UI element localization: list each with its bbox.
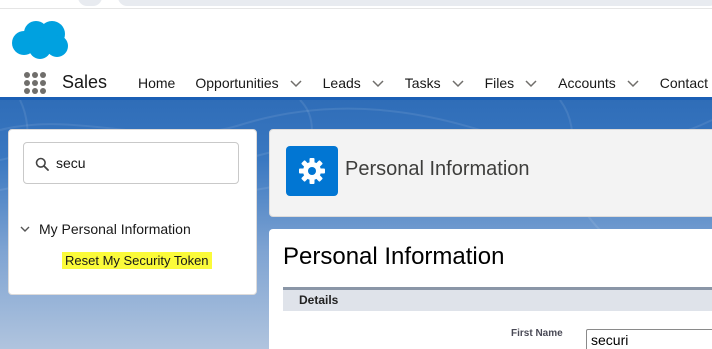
chevron-down-icon[interactable] [626,76,640,90]
tree-item-my-personal-information[interactable]: My Personal Information [19,221,191,237]
quick-find-input[interactable] [56,151,231,175]
global-header [0,8,712,66]
settings-tile [286,146,338,196]
nav-item-tasks[interactable]: Tasks [395,66,475,100]
app-name: Sales [62,72,108,92]
nav-item-label: Files [484,75,515,91]
nav-item-label: Tasks [404,75,441,91]
nav-item-home[interactable]: Home [128,66,185,100]
chevron-down-icon[interactable] [19,223,31,235]
first-name-field[interactable] [586,329,712,349]
chevron-down-icon[interactable] [289,76,303,90]
gear-icon [299,158,325,184]
browser-chrome [0,0,712,8]
app-launcher-icon[interactable] [24,72,46,94]
page-title: Personal Information [283,243,505,270]
first-name-label: First Name [511,328,563,339]
section-title: Details [299,293,339,307]
navigation-bar: Sales Home Opportunities Leads Tasks Files Ac… [0,66,712,100]
chevron-down-icon[interactable] [451,76,465,90]
nav-item-label: Home [138,75,176,91]
nav-item-accounts[interactable]: Accounts [548,66,650,100]
setup-quick-find-panel: My Personal Information Reset My Securit… [8,129,257,295]
search-icon [35,157,49,171]
nav-item-files[interactable]: Files [475,66,549,100]
nav-item-label: Accounts [558,75,616,91]
nav-item-label: Opportunities [195,75,279,91]
browser-button[interactable] [78,0,102,6]
chevron-down-icon[interactable] [524,76,538,90]
chevron-down-icon[interactable] [371,76,385,90]
nav-items: Home Opportunities Leads Tasks Files Accounts… [128,66,712,100]
salesforce-cloud-icon[interactable] [10,19,70,61]
page-header: Personal Information [269,129,712,217]
tree-item-label: My Personal Information [39,221,191,237]
details-section-header: Details [283,287,712,311]
address-bar[interactable] [118,0,712,6]
nav-item-leads[interactable]: Leads [313,66,395,100]
page-header-title: Personal Information [345,158,530,180]
tree-item-reset-security-token[interactable]: Reset My Security Token [62,252,212,269]
nav-item-opportunities[interactable]: Opportunities [185,66,312,100]
nav-item-label: Contact [659,75,708,91]
quick-find-box [23,142,239,184]
nav-item-contact[interactable]: Contact [650,66,712,100]
main-content: Personal Information Details First Name [269,229,712,349]
nav-item-label: Leads [322,75,361,91]
